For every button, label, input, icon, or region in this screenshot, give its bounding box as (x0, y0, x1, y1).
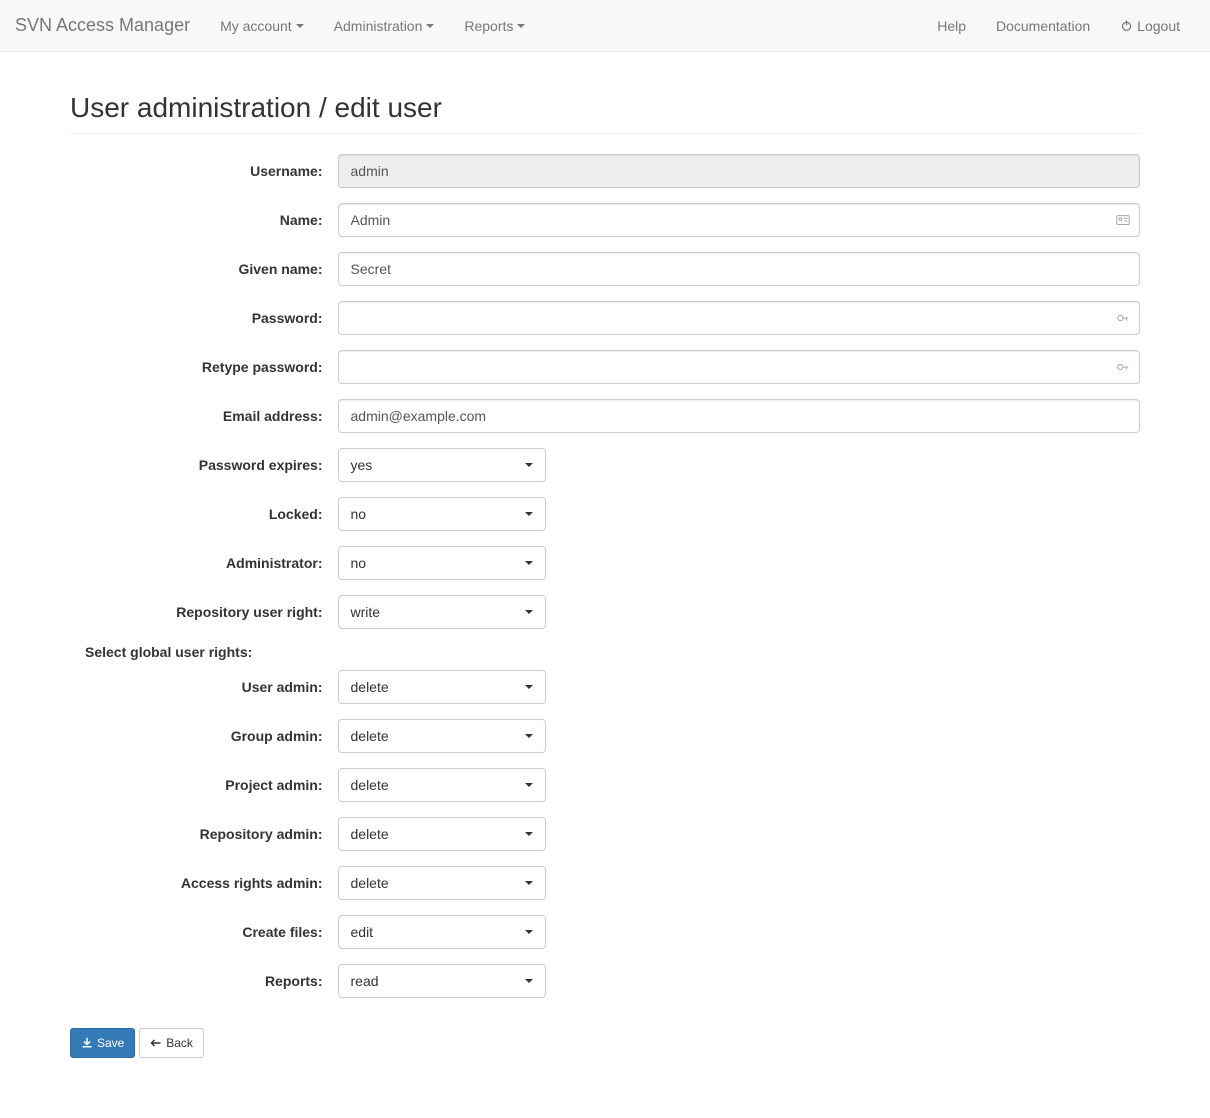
caret-down-icon (517, 24, 525, 28)
nav-documentation[interactable]: Documentation (981, 3, 1105, 49)
save-button-label: Save (97, 1034, 124, 1052)
caret-down-icon (525, 783, 533, 787)
nav-my-account-label: My account (220, 18, 292, 34)
caret-down-icon (525, 832, 533, 836)
caret-down-icon (525, 979, 533, 983)
repository-admin-select[interactable]: delete (338, 817, 546, 851)
access-rights-admin-label: Access rights admin: (70, 875, 338, 891)
navbar-brand[interactable]: SVN Access Manager (15, 0, 205, 51)
repo-user-right-value: write (351, 604, 381, 620)
reports-right-select[interactable]: read (338, 964, 546, 998)
user-admin-select[interactable]: delete (338, 670, 546, 704)
create-files-select[interactable]: edit (338, 915, 546, 949)
page-title: User administration / edit user (70, 92, 1140, 124)
password-expires-label: Password expires: (70, 457, 338, 473)
password-expires-value: yes (351, 457, 373, 473)
givenname-field[interactable] (338, 252, 1141, 286)
nav-administration[interactable]: Administration (319, 3, 450, 49)
navbar-right: Help Documentation Logout (922, 3, 1195, 49)
administrator-value: no (351, 555, 367, 571)
caret-down-icon (296, 24, 304, 28)
password-expires-select[interactable]: yes (338, 448, 546, 482)
back-button-label: Back (166, 1034, 193, 1052)
repository-admin-value: delete (351, 826, 389, 842)
group-admin-label: Group admin: (70, 728, 338, 744)
nav-help[interactable]: Help (922, 3, 981, 49)
navbar-left: My account Administration Reports (205, 3, 540, 49)
user-admin-value: delete (351, 679, 389, 695)
caret-down-icon (525, 463, 533, 467)
administrator-select[interactable]: no (338, 546, 546, 580)
nav-reports-label: Reports (464, 18, 513, 34)
repository-admin-label: Repository admin: (70, 826, 338, 842)
contact-card-icon (1116, 213, 1130, 227)
group-admin-select[interactable]: delete (338, 719, 546, 753)
save-button[interactable]: Save (70, 1028, 135, 1058)
key-icon (1116, 360, 1130, 374)
edit-user-form: Username: Name: Given name: Password: (70, 154, 1140, 1058)
password-label: Password: (70, 310, 338, 326)
back-button[interactable]: Back (139, 1028, 204, 1058)
key-icon (1116, 311, 1130, 325)
repo-user-right-select[interactable]: write (338, 595, 546, 629)
create-files-value: edit (351, 924, 374, 940)
reports-right-label: Reports: (70, 973, 338, 989)
project-admin-select[interactable]: delete (338, 768, 546, 802)
group-admin-value: delete (351, 728, 389, 744)
caret-down-icon (525, 561, 533, 565)
nav-logout-label: Logout (1137, 18, 1180, 34)
project-admin-value: delete (351, 777, 389, 793)
caret-down-icon (525, 881, 533, 885)
caret-down-icon (525, 930, 533, 934)
user-admin-label: User admin: (70, 679, 338, 695)
reports-right-value: read (351, 973, 379, 989)
repo-user-right-label: Repository user right: (70, 604, 338, 620)
project-admin-label: Project admin: (70, 777, 338, 793)
arrow-left-icon (150, 1037, 162, 1049)
download-icon (81, 1037, 93, 1049)
givenname-label: Given name: (70, 261, 338, 277)
top-navbar: SVN Access Manager My account Administra… (0, 0, 1210, 52)
username-label: Username: (70, 163, 338, 179)
create-files-label: Create files: (70, 924, 338, 940)
access-rights-admin-select[interactable]: delete (338, 866, 546, 900)
nav-administration-label: Administration (334, 18, 423, 34)
name-label: Name: (70, 212, 338, 228)
administrator-label: Administrator: (70, 555, 338, 571)
power-icon (1120, 19, 1133, 32)
password-field[interactable] (338, 301, 1141, 335)
caret-down-icon (525, 685, 533, 689)
caret-down-icon (426, 24, 434, 28)
email-label: Email address: (70, 408, 338, 424)
caret-down-icon (525, 512, 533, 516)
caret-down-icon (525, 734, 533, 738)
locked-label: Locked: (70, 506, 338, 522)
locked-select[interactable]: no (338, 497, 546, 531)
access-rights-admin-value: delete (351, 875, 389, 891)
username-field (338, 154, 1141, 188)
retype-password-field[interactable] (338, 350, 1141, 384)
email-field[interactable] (338, 399, 1141, 433)
locked-value: no (351, 506, 367, 522)
nav-reports[interactable]: Reports (449, 3, 540, 49)
nav-my-account[interactable]: My account (205, 3, 319, 49)
page-header: User administration / edit user (70, 52, 1140, 134)
nav-logout[interactable]: Logout (1105, 3, 1195, 49)
global-rights-section-label: Select global user rights: (70, 644, 267, 660)
retype-password-label: Retype password: (70, 359, 338, 375)
caret-down-icon (525, 610, 533, 614)
name-field[interactable] (338, 203, 1141, 237)
